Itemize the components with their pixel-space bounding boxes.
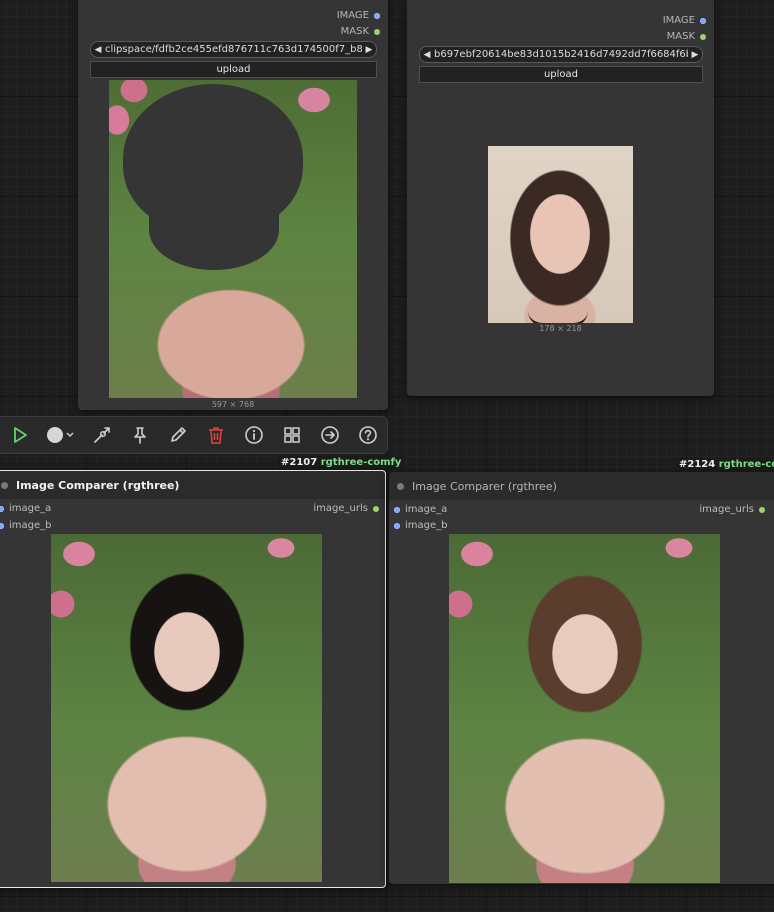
comparer-image[interactable] (51, 534, 322, 882)
navigate-button[interactable] (311, 416, 349, 454)
badge-source: rgthree-comfy (718, 459, 774, 470)
badge-node-id: #2107 (281, 457, 318, 468)
combo-next-arrow-icon[interactable]: ▶ (362, 45, 376, 55)
output-image-slot[interactable]: IMAGE (663, 15, 706, 26)
info-button[interactable] (235, 416, 273, 454)
input-image-a[interactable]: image_a (0, 503, 51, 514)
input-image-b[interactable]: image_b (0, 520, 52, 531)
node-badge-2124: #2124 rgthree-comfy (676, 458, 774, 472)
node-title: Image Comparer (rgthree) (16, 478, 180, 492)
combo-next-arrow-icon[interactable]: ▶ (688, 50, 702, 60)
badge-node-id: #2124 (679, 459, 716, 470)
upload-button[interactable]: upload (90, 61, 377, 78)
image-dimensions-label: 178 × 218 (539, 324, 582, 333)
output-label: image_urls (699, 504, 754, 515)
convert-group-button[interactable] (273, 416, 311, 454)
edit-button[interactable] (159, 416, 197, 454)
mask-region-lower (149, 190, 279, 270)
bypass-icon (93, 427, 110, 443)
input-dot-icon[interactable] (0, 505, 4, 512)
output-image-urls[interactable]: image_urls (699, 504, 765, 515)
input-dot-icon[interactable] (0, 522, 4, 529)
output-image-label: IMAGE (336, 10, 369, 21)
combo-value: b697ebf20614be83d1015b2416d7492dd7f6684f… (434, 49, 688, 60)
output-label: image_urls (313, 503, 368, 514)
help-button[interactable] (349, 416, 387, 454)
color-picker-button[interactable] (39, 416, 83, 454)
load-image-node-1[interactable]: IMAGE MASK ◀ clipspace/fdfb2ce455efd8767… (78, 0, 388, 410)
output-dot-icon[interactable] (759, 506, 765, 513)
output-mask-dot-icon[interactable] (700, 33, 706, 40)
output-image-dot-icon[interactable] (700, 17, 706, 24)
upload-button[interactable]: upload (419, 66, 703, 83)
output-image-label: IMAGE (662, 15, 695, 26)
output-image-urls[interactable]: image_urls (313, 503, 379, 514)
node-header[interactable]: Image Comparer (rgthree) (0, 471, 385, 499)
output-image-dot-icon[interactable] (374, 12, 380, 19)
image-preview (109, 80, 357, 398)
selection-toolbar (0, 416, 388, 454)
output-mask-dot-icon[interactable] (374, 28, 380, 35)
info-icon (245, 426, 263, 444)
comparer-image[interactable] (449, 534, 720, 883)
output-mask-slot[interactable]: MASK (667, 31, 706, 42)
node-badge-2107: #2107 rgthree-comfy (278, 456, 405, 470)
node-header[interactable]: Image Comparer (rgthree) (389, 472, 774, 500)
color-circle-icon (46, 427, 74, 443)
pencil-icon (171, 427, 186, 442)
combo-prev-arrow-icon[interactable]: ◀ (420, 50, 434, 60)
image-comparer-node-1[interactable]: Image Comparer (rgthree) image_a image_b… (0, 470, 386, 888)
node-title: Image Comparer (rgthree) (412, 479, 557, 493)
bypass-button[interactable] (83, 416, 121, 454)
delete-button[interactable] (197, 416, 235, 454)
collapse-dot-icon[interactable] (397, 482, 404, 490)
input-dot-icon[interactable] (394, 506, 400, 513)
image-comparer-node-2[interactable]: Image Comparer (rgthree) image_a image_b… (389, 472, 774, 884)
grid-icon (284, 427, 300, 443)
combo-prev-arrow-icon[interactable]: ◀ (91, 45, 105, 55)
input-image-a[interactable]: image_a (394, 504, 447, 515)
combo-value: clipspace/fdfb2ce455efd876711c763d174500… (105, 44, 362, 55)
input-label: image_b (9, 520, 52, 531)
pin-icon (134, 427, 146, 444)
image-filename-combo[interactable]: ◀ b697ebf20614be83d1015b2416d7492dd7f668… (419, 46, 703, 63)
output-dot-icon[interactable] (373, 505, 379, 512)
arrow-right-icon (321, 426, 339, 444)
output-mask-label: MASK (340, 26, 369, 37)
play-icon (14, 427, 27, 443)
image-filename-combo[interactable]: ◀ clipspace/fdfb2ce455efd876711c763d1745… (90, 41, 377, 58)
badge-source: rgthree-comfy (320, 457, 402, 468)
output-mask-slot[interactable]: MASK (341, 26, 380, 37)
input-image-b[interactable]: image_b (394, 520, 448, 531)
help-icon (359, 426, 377, 444)
collapse-dot-icon[interactable] (1, 481, 8, 489)
input-label: image_a (9, 503, 52, 514)
image-preview (488, 146, 633, 323)
load-image-node-2[interactable]: IMAGE MASK ◀ b697ebf20614be83d1015b2416d… (407, 0, 714, 396)
output-image-slot[interactable]: IMAGE (337, 10, 380, 21)
image-dimensions-label: 597 × 768 (211, 400, 255, 409)
input-label: image_a (405, 504, 448, 515)
input-label: image_b (405, 520, 448, 531)
trash-icon (208, 427, 223, 444)
input-dot-icon[interactable] (394, 522, 400, 529)
execute-button[interactable] (1, 416, 39, 454)
pin-button[interactable] (121, 416, 159, 454)
output-mask-label: MASK (666, 31, 695, 42)
